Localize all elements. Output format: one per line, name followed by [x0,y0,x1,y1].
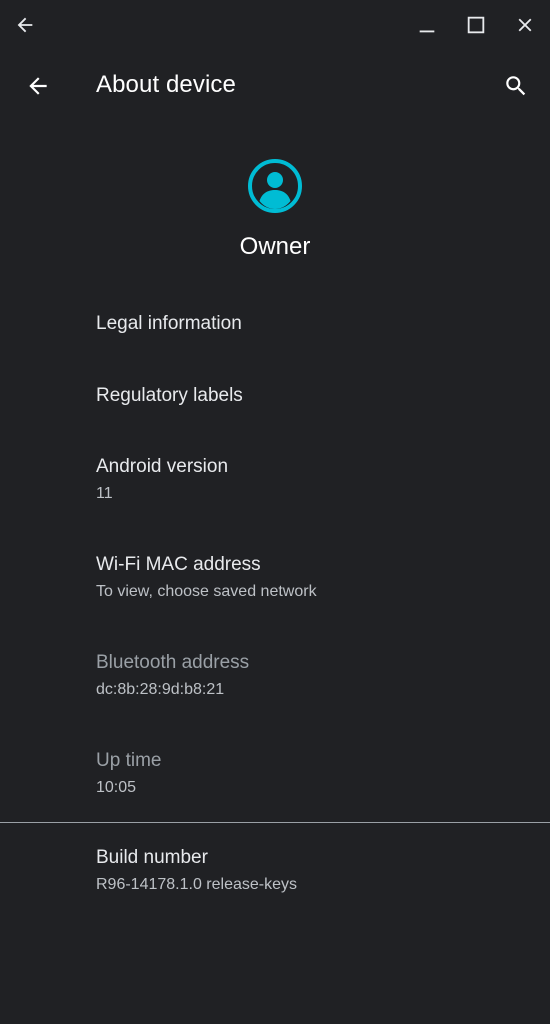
bluetooth-address-item: Bluetooth address dc:8b:28:9d:b8:21 [96,651,530,701]
item-title: Android version [96,456,229,477]
window-close-button[interactable] [509,9,541,41]
close-icon [518,18,532,32]
search-icon [506,76,526,96]
app-bar: About device [0,56,550,116]
item-title: Regulatory labels [96,385,243,406]
device-owner-header: Owner [0,158,550,261]
item-title: Bluetooth address [96,652,250,673]
section-divider [0,822,550,823]
account-circle-icon [248,159,302,213]
item-summary: dc:8b:28:9d:b8:21 [96,681,225,698]
window-titlebar [0,0,550,50]
window-minimize-button[interactable] [411,9,443,41]
item-title: Build number [96,847,208,868]
maximize-icon [467,16,485,34]
arrow-left-icon [29,77,47,95]
legal-information-item[interactable]: Legal information [96,312,530,336]
navigate-up-button[interactable] [18,66,58,106]
window-back-button[interactable] [9,9,41,41]
item-title: Legal information [96,313,242,334]
regulatory-labels-item[interactable]: Regulatory labels [96,384,530,408]
item-title: Wi-Fi MAC address [96,554,261,575]
item-title: Up time [96,750,162,771]
item-summary: 11 [96,485,113,502]
page-title: About device [96,71,236,98]
minimize-icon [419,30,435,33]
android-version-item[interactable]: Android version 11 [96,455,530,505]
build-number-item[interactable]: Build number R96-14178.1.0 release-keys [96,846,530,896]
item-summary: R96-14178.1.0 release-keys [96,876,298,893]
owner-name: Owner [239,233,311,260]
search-button[interactable] [496,66,536,106]
item-summary: To view, choose saved network [96,583,317,600]
app-window: About device Owner Legal information Reg… [0,0,550,1024]
up-time-item: Up time 10:05 [96,749,530,799]
wifi-mac-address-item[interactable]: Wi-Fi MAC address To view, choose saved … [96,553,530,603]
item-summary: 10:05 [96,779,137,796]
window-maximize-button[interactable] [460,9,492,41]
arrow-left-icon [17,17,33,33]
